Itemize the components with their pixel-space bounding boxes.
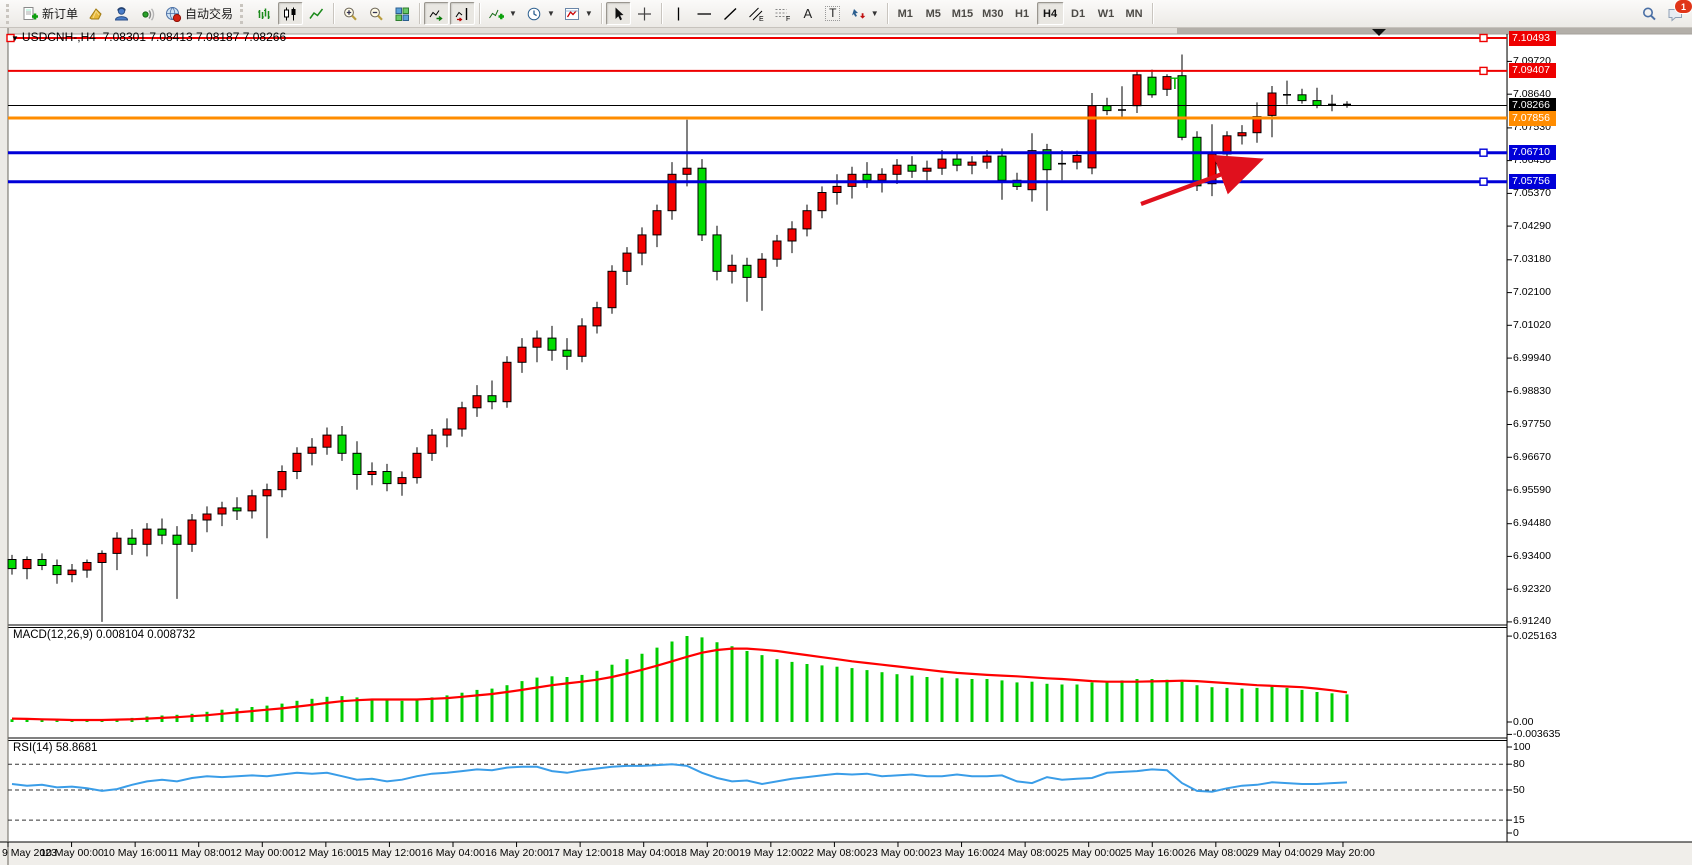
chart-title: ▼USDCNH-,H4 7.08301 7.08413 7.08187 7.08… xyxy=(11,30,286,44)
price-tick-label: 6.95590 xyxy=(1513,484,1551,497)
macd-pane-label: MACD(12,26,9) 0.008104 0.008732 xyxy=(13,629,195,641)
price-tick-label: 6.97750 xyxy=(1513,418,1551,431)
price-axis[interactable]: 7.097207.086407.075307.064507.053707.042… xyxy=(1508,0,1692,865)
application-window: 新订单 自动交易 xyxy=(0,0,1692,865)
chart-ohlc-readout: 7.08301 7.08413 7.08187 7.08266 xyxy=(103,30,287,44)
chart-bg xyxy=(8,34,1507,842)
macd-scale-label: 0.025163 xyxy=(1513,630,1557,643)
price-tick-label: 6.92320 xyxy=(1513,583,1551,596)
price-tick-label: 6.96670 xyxy=(1513,451,1551,464)
rsi-scale-label: 100 xyxy=(1513,741,1531,754)
price-tick-label: 6.91240 xyxy=(1513,615,1551,628)
price-line-badge: 7.10493 xyxy=(1509,31,1556,46)
time-axis-bg xyxy=(0,842,1692,865)
price-tick-label: 6.94480 xyxy=(1513,517,1551,530)
rsi-scale-label: 15 xyxy=(1513,814,1525,827)
price-line-badge: 7.06710 xyxy=(1509,145,1556,160)
macd-values: 0.008104 0.008732 xyxy=(96,629,195,641)
price-tick-label: 6.99940 xyxy=(1513,352,1551,365)
price-line-badge: 7.05756 xyxy=(1509,174,1556,189)
rsi-value: 58.8681 xyxy=(56,742,98,754)
chart-symbol-period: USDCNH-,H4 xyxy=(22,30,96,44)
rsi-scale-label: 0 xyxy=(1513,827,1519,840)
green-t-annotation[interactable]: T xyxy=(1169,74,1180,93)
macd-scale-label: -0.003635 xyxy=(1513,728,1560,741)
price-tick-label: 6.98830 xyxy=(1513,385,1551,398)
macd-scale-label: 0.00 xyxy=(1513,716,1533,729)
price-tick-label: 7.04290 xyxy=(1513,220,1551,233)
rsi-scale-label: 50 xyxy=(1513,784,1525,797)
price-line-badge: 7.07856 xyxy=(1509,111,1556,126)
price-tick-label: 7.02100 xyxy=(1513,286,1551,299)
price-tick-label: 7.01020 xyxy=(1513,319,1551,332)
chart-canvas[interactable]: T xyxy=(0,0,1692,865)
price-tick-label: 7.03180 xyxy=(1513,253,1551,266)
rsi-pane-label: RSI(14) 58.8681 xyxy=(13,742,97,754)
price-line-badge: 7.09407 xyxy=(1509,63,1556,78)
price-tick-label: 6.93400 xyxy=(1513,550,1551,563)
rsi-scale-label: 80 xyxy=(1513,758,1525,771)
chart-expander-icon[interactable]: ▼ xyxy=(11,34,19,43)
